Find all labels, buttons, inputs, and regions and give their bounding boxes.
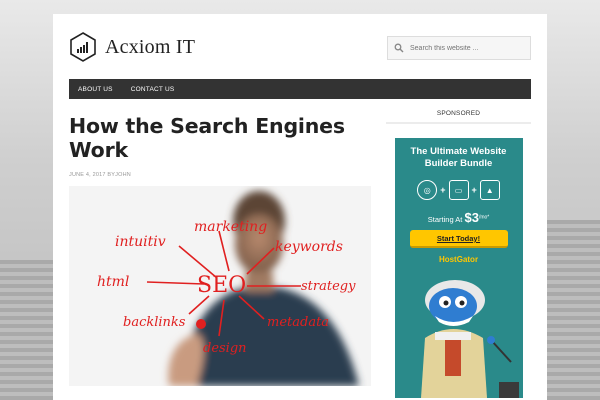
main-nav: ABOUT US CONTACT US xyxy=(69,79,531,99)
ad-price-suffix: /mo* xyxy=(478,214,490,221)
word-metadata: metadata xyxy=(267,315,329,330)
word-design: design xyxy=(203,341,247,356)
word-backlinks: backlinks xyxy=(123,315,186,330)
word-keywords: keywords xyxy=(275,239,343,255)
main-content: How the Search Engines Work JUNE 4, 2017… xyxy=(69,114,371,386)
seo-whiteboard-illustration: intuitiv marketing keywords html SEO str… xyxy=(69,186,371,386)
word-html: html xyxy=(97,274,129,290)
site-title: Acxiom IT xyxy=(105,35,196,58)
ad-price-prefix: Starting At xyxy=(427,215,465,224)
site-container: Acxiom IT ABOUT US CONTACT US How the Se… xyxy=(53,14,547,400)
site-logo[interactable]: Acxiom IT xyxy=(69,32,195,62)
ad-price: Starting At $3/mo* xyxy=(395,210,523,225)
post-title[interactable]: How the Search Engines Work xyxy=(69,114,371,162)
sidebar: SPONSORED The Ultimate Website Builder B… xyxy=(386,110,531,398)
ad-price-value: $3 xyxy=(464,210,479,225)
bar-chart-hexagon-icon xyxy=(70,32,96,62)
plus-icon: + xyxy=(440,185,446,195)
ad-icon-row: ◎ + ▭ + ▲ xyxy=(395,180,523,200)
post-meta: JUNE 4, 2017 BYJOHN xyxy=(69,172,371,178)
widget-title-sponsored: SPONSORED xyxy=(386,110,531,124)
site-header: Acxiom IT xyxy=(69,32,531,76)
browser-window-icon: ▭ xyxy=(448,180,469,200)
post-featured-image: intuitiv marketing keywords html SEO str… xyxy=(69,186,371,386)
search-input[interactable] xyxy=(410,44,520,52)
word-strategy: strategy xyxy=(301,279,356,294)
post-date: JUNE 4, 2017 xyxy=(69,172,106,178)
word-seo: SEO xyxy=(197,273,246,298)
globe-icon: ◎ xyxy=(417,180,438,200)
nav-item-contact-us[interactable]: CONTACT US xyxy=(122,86,184,93)
hostgator-mascot-illustration xyxy=(420,280,519,398)
search-icon xyxy=(394,43,404,53)
post-by: BY xyxy=(107,172,116,178)
plus-icon: + xyxy=(471,185,477,195)
search-box[interactable] xyxy=(387,36,531,60)
ad-title: The Ultimate Website Builder Bundle xyxy=(410,146,507,169)
image-icon: ▲ xyxy=(479,180,500,200)
post-author[interactable]: JOHN xyxy=(115,172,131,178)
start-today-button[interactable]: Start Today! xyxy=(409,230,508,248)
word-marketing: marketing xyxy=(194,219,267,235)
nav-item-about-us[interactable]: ABOUT US xyxy=(69,86,122,93)
word-intuitiv: intuitiv xyxy=(115,234,166,250)
sponsored-ad[interactable]: The Ultimate Website Builder Bundle ◎ + … xyxy=(394,138,523,398)
